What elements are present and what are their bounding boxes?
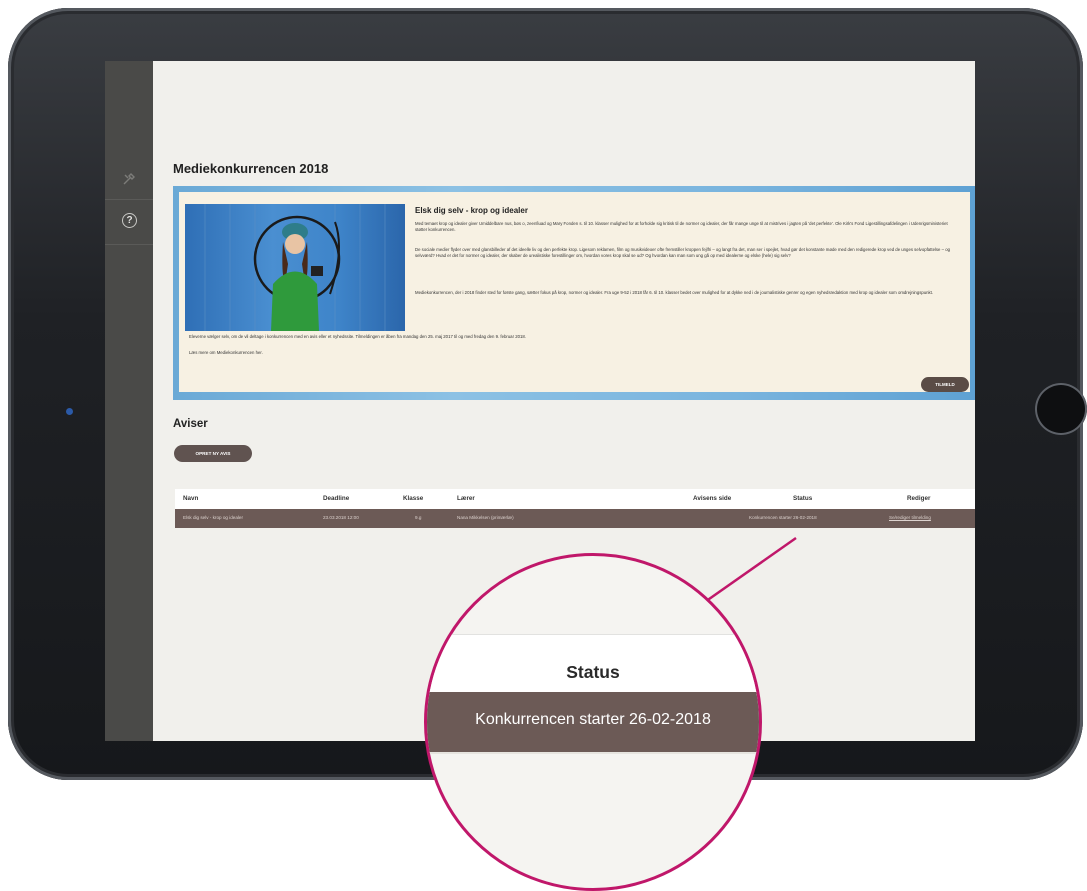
sidebar-divider xyxy=(105,199,153,200)
magnified-status-header: Status xyxy=(566,662,620,682)
page-title: Mediekonkurrencen 2018 xyxy=(173,161,329,176)
cell-navn: Elsk dig selv - krop og idealer xyxy=(183,515,244,520)
cell-laerer: Nana Mikkelsen (primærlæ) xyxy=(457,515,514,520)
tools-icon[interactable] xyxy=(119,171,139,191)
column-header-deadline: Deadline xyxy=(323,495,350,502)
front-camera xyxy=(66,408,73,415)
help-icon[interactable]: ? xyxy=(122,213,137,228)
create-newspaper-button[interactable]: OPRET NY AVIS xyxy=(174,445,252,462)
column-header-side: Avisens side xyxy=(693,495,732,502)
table-header: Navn Deadline Klasse Lærer Avisens side … xyxy=(175,489,975,509)
edit-registration-link[interactable]: Se/rediger tilmelding xyxy=(889,515,931,520)
column-header-laerer: Lærer xyxy=(457,495,475,502)
magnified-header: Status xyxy=(427,634,759,695)
read-more-link[interactable]: Læs mere om Mediekonkurrencen her. xyxy=(189,350,959,356)
column-header-navn: Navn xyxy=(183,495,199,502)
column-header-rediger: Rediger xyxy=(907,495,931,502)
banner-paragraph: De sociale medier flyder over med glansb… xyxy=(415,247,951,259)
sidebar-divider xyxy=(105,244,153,245)
banner-heading: Elsk dig selv - krop og idealer xyxy=(415,206,528,215)
aviser-heading: Aviser xyxy=(173,418,208,430)
table-row: Elsk dig selv - krop og idealer 23.03.20… xyxy=(175,509,975,528)
tilmeld-button[interactable]: TILMELD xyxy=(921,377,969,392)
magnified-status-value: Konkurrencen starter 26-02-2018 xyxy=(475,711,711,728)
magnified-row: Konkurrencen starter 26-02-2018 xyxy=(427,692,759,752)
status-magnifier: Status Konkurrencen starter 26-02-2018 xyxy=(424,553,762,891)
newspaper-table: Navn Deadline Klasse Lærer Avisens side … xyxy=(175,489,975,528)
banner-image xyxy=(185,204,405,331)
globe-girl-illustration xyxy=(204,204,386,331)
home-button[interactable] xyxy=(1035,383,1087,435)
cell-klasse: 9.g xyxy=(415,515,422,520)
cell-status: Konkurrencen starter 26-02-2018 xyxy=(749,515,817,520)
magnified-divider xyxy=(427,752,759,754)
column-header-status: Status xyxy=(793,495,813,502)
banner-card: Elsk dig selv - krop og idealer Med tema… xyxy=(179,192,970,392)
cell-deadline: 23.03.2018 12:00 xyxy=(323,515,359,520)
banner-paragraph: Mediekonkurrencen, der i 2018 finder ste… xyxy=(415,290,934,295)
banner-paragraph: Med temaet krop og idealer giver Umiddel… xyxy=(415,221,948,233)
sidebar: ? xyxy=(105,61,153,741)
competition-banner: Elsk dig selv - krop og idealer Med tema… xyxy=(173,186,975,400)
column-header-klasse: Klasse xyxy=(403,495,424,502)
banner-paragraph: Eleverne vælger selv, om de vil deltage … xyxy=(189,334,526,339)
